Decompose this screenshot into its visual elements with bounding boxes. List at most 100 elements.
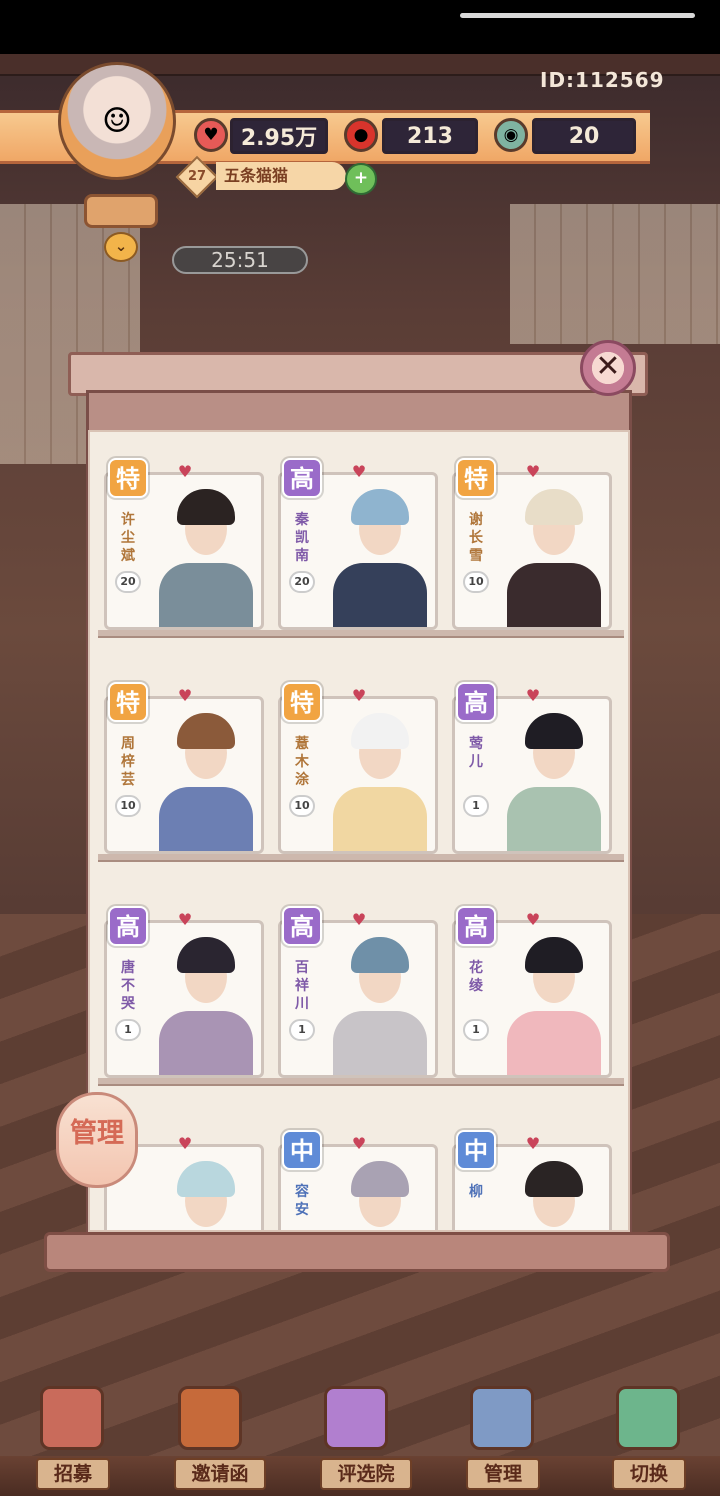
player-id: ID:112569 xyxy=(540,68,665,92)
heart-gem-icon: ♥ xyxy=(194,118,228,152)
portrait-hair xyxy=(525,489,583,525)
character-level: 10 xyxy=(463,571,489,593)
heart-icon: ♥ xyxy=(351,1134,367,1153)
red-fruit-icon: ● xyxy=(344,118,378,152)
portrait-body xyxy=(507,787,601,851)
green-orb-icon: ◉ xyxy=(494,118,528,152)
rank-badge: 高 xyxy=(282,458,322,498)
paper-wall-right xyxy=(510,204,720,344)
character-name: 唐不哭 xyxy=(121,960,135,1012)
character-level: 1 xyxy=(289,1019,315,1041)
switch-icon[interactable] xyxy=(616,1386,680,1450)
heart-icon: ♥ xyxy=(525,910,541,929)
heart-icon: ♥ xyxy=(525,1134,541,1153)
shelf-divider xyxy=(98,630,624,638)
rank-badge: 特 xyxy=(456,458,496,498)
character-level: 1 xyxy=(463,795,489,817)
nav-item-2[interactable]: 评选院 xyxy=(320,1458,412,1490)
rank-badge: 中 xyxy=(282,1130,322,1170)
character-portrait xyxy=(495,1155,607,1230)
portrait-hair xyxy=(177,937,235,973)
system-status-bar xyxy=(0,0,720,54)
nav-item-3[interactable]: 管理 xyxy=(466,1458,540,1490)
rank-badge: 高 xyxy=(456,906,496,946)
invitation-icon[interactable] xyxy=(178,1386,242,1450)
character-name: 许尘斌 xyxy=(121,512,135,564)
heart-icon: ♥ xyxy=(177,686,193,705)
portrait-hair xyxy=(525,1161,583,1197)
portrait-body xyxy=(333,563,427,627)
scroll-icon[interactable] xyxy=(84,194,158,228)
portrait-body xyxy=(333,787,427,851)
character-portrait xyxy=(495,931,607,1075)
heart-icon: ♥ xyxy=(351,462,367,481)
character-portrait xyxy=(495,483,607,627)
portrait-body xyxy=(507,1011,601,1075)
heart-icon: ♥ xyxy=(351,910,367,929)
character-portrait xyxy=(147,483,259,627)
character-portrait xyxy=(495,707,607,851)
manage-lantern-button[interactable]: 管理 xyxy=(56,1092,138,1188)
selection-hall-icon[interactable] xyxy=(324,1386,388,1450)
portrait-hair xyxy=(525,937,583,973)
character-portrait xyxy=(321,931,433,1075)
rank-badge: 中 xyxy=(456,1130,496,1170)
player-name: 五条猫猫 xyxy=(216,162,346,190)
character-name: 薏木涂 xyxy=(295,736,309,788)
add-plus-icon[interactable]: + xyxy=(345,163,377,195)
heart-icon: ♥ xyxy=(177,910,193,929)
character-name: 周梓芸 xyxy=(121,736,135,788)
character-level: 10 xyxy=(115,795,141,817)
portrait-hair xyxy=(351,713,409,749)
countdown-timer: 25:51 xyxy=(172,246,308,274)
management-icon[interactable] xyxy=(470,1386,534,1450)
character-name: 谢长雪 xyxy=(469,512,483,564)
rank-badge: 高 xyxy=(282,906,322,946)
character-name: 花绫 xyxy=(469,960,483,994)
heart-icon: ♥ xyxy=(177,1134,193,1153)
character-portrait xyxy=(321,1155,433,1230)
character-portrait xyxy=(321,483,433,627)
portrait-body xyxy=(159,1011,253,1075)
character-level: 1 xyxy=(463,1019,489,1041)
recruit-icon[interactable] xyxy=(40,1386,104,1450)
portrait-body xyxy=(333,1011,427,1075)
character-level: 10 xyxy=(289,795,315,817)
character-level: 1 xyxy=(115,1019,141,1041)
character-grid: 许尘斌 20 特 ♥ 秦凯南 20 高 ♥ 谢长雪 10 特 ♥ 周梓芸 10 特 ♥ 薏木涂 10 特 ♥ 莺儿 1 高 ♥… xyxy=(88,430,630,1232)
panel-bottom-ledge xyxy=(44,1232,670,1272)
character-portrait xyxy=(147,931,259,1075)
character-portrait xyxy=(321,707,433,851)
resource-fruit-value: 213 xyxy=(382,118,478,154)
resource-orb-value: 20 xyxy=(532,118,636,154)
player-level: 27 xyxy=(187,169,207,184)
rank-badge: 高 xyxy=(108,906,148,946)
nav-item-1[interactable]: 邀请函 xyxy=(174,1458,266,1490)
rank-badge: 特 xyxy=(108,458,148,498)
player-avatar[interactable]: ☺ xyxy=(58,62,176,180)
resource-currency-value: 2.95万 xyxy=(230,118,328,154)
nav-item-4[interactable]: 切换 xyxy=(612,1458,686,1490)
nav-item-0[interactable]: 招募 xyxy=(36,1458,110,1490)
heart-icon: ♥ xyxy=(525,462,541,481)
portrait-body xyxy=(159,563,253,627)
chevron-down-icon[interactable]: ⌄ xyxy=(104,232,138,262)
portrait-hair xyxy=(351,489,409,525)
shelf-divider xyxy=(98,1078,624,1086)
portrait-hair xyxy=(525,713,583,749)
status-handle xyxy=(460,13,695,18)
portrait-hair xyxy=(351,937,409,973)
portrait-body xyxy=(159,787,253,851)
character-name: 秦凯南 xyxy=(295,512,309,564)
close-icon[interactable]: ✕ xyxy=(580,340,636,396)
rank-badge: 特 xyxy=(108,682,148,722)
character-roster-panel: 许尘斌 20 特 ♥ 秦凯南 20 高 ♥ 谢长雪 10 特 ♥ 周梓芸 10 特 ♥ 薏木涂 10 特 ♥ 莺儿 1 高 ♥… xyxy=(68,352,648,1252)
portrait-hair xyxy=(177,489,235,525)
character-portrait xyxy=(147,1155,259,1230)
character-name: 百祥川 xyxy=(295,960,309,1012)
portrait-hair xyxy=(177,713,235,749)
heart-icon: ♥ xyxy=(525,686,541,705)
rank-badge: 高 xyxy=(456,682,496,722)
character-name: 容安 xyxy=(295,1184,309,1218)
heart-icon: ♥ xyxy=(351,686,367,705)
